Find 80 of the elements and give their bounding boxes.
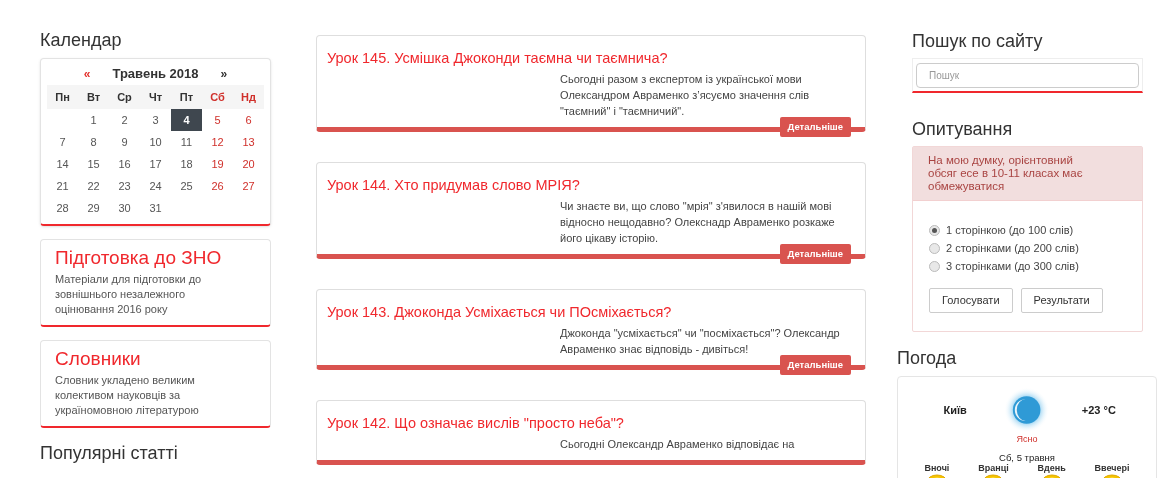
poll-option[interactable]: 3 сторінками (до 300 слів)	[929, 257, 1126, 275]
calendar-day[interactable]: 31	[140, 197, 171, 219]
calendar-day[interactable]: 7	[47, 131, 78, 153]
calendar-day[interactable]: 8	[78, 131, 109, 153]
poll-button[interactable]: Результати	[1020, 288, 1103, 313]
next-month-button[interactable]: »	[220, 65, 228, 83]
article-title[interactable]: Урок 145. Усмішка Джоконди таємна чи таємнича?	[327, 48, 855, 68]
details-button[interactable]: Детальніше	[779, 355, 851, 375]
poll-option[interactable]: 1 сторінкою (до 100 слів)	[929, 221, 1126, 239]
radio-button[interactable]	[929, 224, 940, 236]
weekday-header: Сб	[209, 89, 226, 105]
period-label: Вранці	[978, 462, 1009, 474]
section-title: Опитування	[912, 118, 1014, 141]
article-title[interactable]: Урок 143. Джоконда Усміхається чи ПОсміхається?	[327, 302, 855, 322]
promo-title[interactable]: Словники	[55, 347, 256, 371]
calendar-day[interactable]: 2	[109, 109, 140, 131]
calendar-day[interactable]: 16	[109, 153, 140, 175]
calendar-day[interactable]: 12	[202, 131, 233, 153]
calendar-day[interactable]: 14	[47, 153, 78, 175]
article-summary: Чи знаєте ви, що слово "мрія" з'явилося в нашій мові відносно нещодавно? Олекснадр Авраменко розкаже його цікаву історію.	[560, 199, 836, 246]
weekday-header: Пн	[54, 89, 71, 105]
poll-option[interactable]: 2 сторінками (до 200 слів)	[929, 239, 1126, 257]
article-title[interactable]: Урок 144. Хто придумав слово МРІЯ?	[327, 175, 855, 195]
temperature: +23 °C	[1080, 402, 1117, 418]
calendar-day[interactable]: 29	[78, 197, 109, 219]
weather-date: Сб, 5 травня	[999, 452, 1055, 463]
calendar-day[interactable]: 4	[171, 109, 202, 131]
calendar-day[interactable]: 6	[233, 109, 264, 131]
city-name: Київ	[942, 402, 968, 418]
calendar-day[interactable]: 15	[78, 153, 109, 175]
poll-question: На мою думку, орієнтовний обсяг есе в 10-11 класах має обмежуватися	[913, 147, 1142, 201]
calendar-day[interactable]: 10	[140, 131, 171, 153]
section-title: Популярні статті	[40, 442, 179, 464]
weekday-header: Ср	[116, 89, 133, 105]
calendar-day[interactable]: 3	[140, 109, 171, 131]
poll-button[interactable]: Голосувати	[929, 288, 1013, 313]
details-button[interactable]: Детальніше	[779, 244, 851, 264]
weekday-header: Вт	[85, 89, 102, 105]
promo-text: Словник укладено великим колективом науковців за україномовною літературою	[55, 373, 200, 418]
weather-condition: Ясно	[1016, 433, 1038, 446]
calendar-day[interactable]: 25	[171, 175, 202, 197]
calendar-day[interactable]: 28	[47, 197, 78, 219]
article-summary: Джоконда "усміхається" чи "посміхається"? Олександр Авраменко знає відповідь - дивіться!	[560, 326, 841, 357]
radio-button[interactable]	[929, 260, 940, 272]
calendar-day[interactable]: 23	[109, 175, 140, 197]
period-label: Вдень	[1037, 462, 1066, 474]
details-button[interactable]: Детальніше	[779, 117, 851, 137]
section-title: Календар	[40, 29, 123, 52]
calendar-day[interactable]: 30	[109, 197, 140, 219]
calendar-day[interactable]: 18	[171, 153, 202, 175]
calendar-day[interactable]: 26	[202, 175, 233, 197]
month-title: Травень 2018	[112, 65, 199, 84]
section-title: Пошук по сайту	[912, 30, 1044, 53]
previous-month-button[interactable]: «	[83, 65, 91, 83]
article-title[interactable]: Урок 142. Що означає вислів "просто неба"?	[327, 413, 855, 433]
calendar-day[interactable]: 21	[47, 175, 78, 197]
article-summary: Сьогодні Олександр Авраменко відповідає на	[560, 437, 796, 452]
promo-text: Матеріали для підготовки до зовнішнього незалежного оцінювання 2016 року	[55, 272, 203, 317]
weekday-header: Нд	[240, 89, 257, 105]
search-field[interactable]: Пошук	[916, 63, 1139, 88]
moon-icon	[1004, 387, 1050, 433]
calendar-day[interactable]: 17	[140, 153, 171, 175]
calendar-day[interactable]: 20	[233, 153, 264, 175]
calendar-day[interactable]: 1	[78, 109, 109, 131]
weekday-header: Чт	[147, 89, 164, 105]
section-title: Погода	[897, 347, 958, 370]
calendar-day[interactable]: 5	[202, 109, 233, 131]
calendar-day[interactable]: 19	[202, 153, 233, 175]
period-label: Вночі	[924, 462, 950, 474]
period-label: Ввечері	[1094, 462, 1130, 474]
article-summary: Сьогодні разом з експертом із української мови Олександром Авраменко з’ясуємо значення слів "таємний" і "таємничий".	[560, 72, 811, 119]
calendar-day[interactable]: 22	[78, 175, 109, 197]
calendar-day[interactable]: 24	[140, 175, 171, 197]
promo-title[interactable]: Підготовка до ЗНО	[55, 246, 256, 270]
calendar-day[interactable]: 11	[171, 131, 202, 153]
weekday-header: Пт	[178, 89, 195, 105]
calendar-day[interactable]: 9	[109, 131, 140, 153]
calendar-day[interactable]: 13	[233, 131, 264, 153]
calendar-day[interactable]: 27	[233, 175, 264, 197]
radio-button[interactable]	[929, 242, 940, 254]
